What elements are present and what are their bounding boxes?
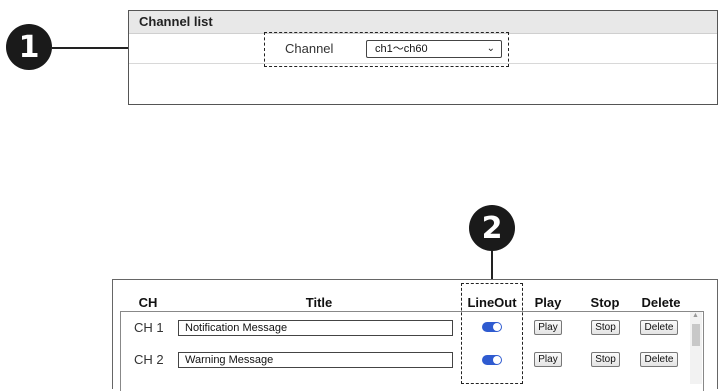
row-ch-label: CH 2 bbox=[134, 352, 164, 367]
table-scrollbar[interactable]: ▲ bbox=[690, 312, 702, 384]
header-play: Play bbox=[534, 295, 562, 310]
title-input[interactable]: Notification Message bbox=[178, 320, 453, 336]
header-stop: Stop bbox=[590, 295, 620, 310]
title-input[interactable]: Warning Message bbox=[178, 352, 453, 368]
scroll-up-arrow-icon[interactable]: ▲ bbox=[692, 312, 699, 319]
callout-highlight-2 bbox=[461, 283, 523, 384]
header-delete: Delete bbox=[641, 295, 681, 310]
callout-number: 1 bbox=[18, 29, 40, 65]
play-button[interactable]: Play bbox=[534, 352, 562, 367]
callout-number: 2 bbox=[481, 210, 503, 246]
delete-button[interactable]: Delete bbox=[640, 352, 678, 367]
row-ch-label: CH 1 bbox=[134, 320, 164, 335]
play-button[interactable]: Play bbox=[534, 320, 562, 335]
header-ch: CH bbox=[138, 295, 158, 310]
chevron-down-icon: ⌄ bbox=[486, 43, 495, 54]
stop-button[interactable]: Stop bbox=[591, 320, 620, 335]
channel-select-value: ch1～ch60 bbox=[375, 43, 428, 55]
callout-badge-1: 1 bbox=[6, 24, 52, 70]
callout-badge-2: 2 bbox=[469, 205, 515, 251]
scroll-thumb[interactable] bbox=[692, 324, 700, 346]
channel-label: Channel bbox=[285, 41, 334, 56]
channel-select[interactable]: ch1～ch60 ⌄ bbox=[366, 40, 502, 58]
delete-button[interactable]: Delete bbox=[640, 320, 678, 335]
channel-list-title: Channel list bbox=[129, 11, 717, 34]
stop-button[interactable]: Stop bbox=[591, 352, 620, 367]
header-title: Title bbox=[305, 295, 333, 310]
